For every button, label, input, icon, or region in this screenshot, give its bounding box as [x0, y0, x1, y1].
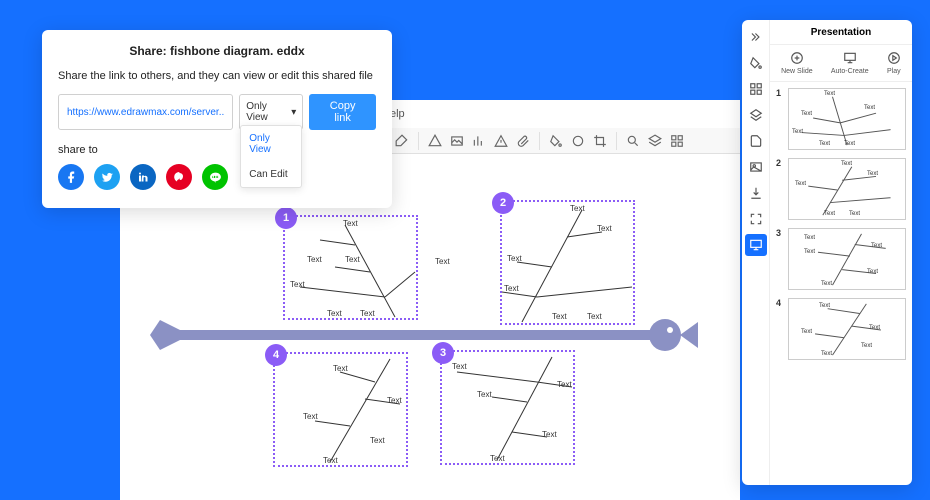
shape-layer-icon[interactable] [745, 104, 767, 126]
image-icon[interactable] [449, 133, 465, 149]
color-icon[interactable] [570, 133, 586, 149]
twitter-icon[interactable] [94, 164, 120, 190]
slide-item[interactable]: 3 Text Text Text Text Text [776, 228, 906, 290]
presentation-panel: Presentation New Slide Auto-Create Play … [742, 20, 912, 485]
paint-icon[interactable] [745, 52, 767, 74]
presentation-icon[interactable] [745, 234, 767, 256]
apps-icon[interactable] [745, 78, 767, 100]
pinterest-icon[interactable] [166, 164, 192, 190]
auto-create-button[interactable]: Auto-Create [831, 51, 869, 75]
crop-icon[interactable] [592, 133, 608, 149]
fill-icon[interactable] [548, 133, 564, 149]
perm-option-edit[interactable]: Can Edit [241, 162, 301, 187]
chart-icon[interactable] [471, 133, 487, 149]
bone-box-1[interactable]: 1 Text Text Text Text Text Text [283, 215, 418, 320]
slides-list: 1 Text Text Text Text Text Text 2 Text T… [770, 82, 912, 485]
layers-icon[interactable] [647, 133, 663, 149]
attach-icon[interactable] [515, 133, 531, 149]
slide-item[interactable]: 4 Text Text Text Text Text [776, 298, 906, 360]
slide-item[interactable]: 2 Text Text Text Text Text [776, 158, 906, 220]
fullscreen-icon[interactable] [745, 208, 767, 230]
perm-option-view[interactable]: Only View [241, 126, 301, 162]
export-icon[interactable] [745, 182, 767, 204]
slide-thumb: Text Text Text Text Text [788, 298, 906, 360]
permission-dropdown: Only View Can Edit [240, 125, 302, 188]
new-slide-button[interactable]: New Slide [781, 51, 813, 75]
copy-link-button[interactable]: Copy link [309, 94, 376, 130]
warning-icon[interactable] [493, 133, 509, 149]
slide-thumb: Text Text Text Text Text Text [788, 88, 906, 150]
play-button[interactable]: Play [887, 51, 901, 75]
bone-box-4[interactable]: 4 Text Text Text Text Text [273, 352, 408, 467]
side-tool-rail [742, 20, 770, 485]
slide-item[interactable]: 1 Text Text Text Text Text Text [776, 88, 906, 150]
facebook-icon[interactable] [58, 164, 84, 190]
permission-select[interactable]: Only View ▾ Only View Can Edit [239, 94, 303, 130]
slide-thumb: Text Text Text Text Text [788, 158, 906, 220]
share-to-label: share to [58, 144, 376, 156]
search-icon[interactable] [625, 133, 641, 149]
menu-help[interactable]: elp [390, 108, 405, 120]
share-dialog: Share: fishbone diagram. eddx Share the … [42, 30, 392, 208]
line-icon[interactable] [202, 164, 228, 190]
pen-icon[interactable] [394, 133, 410, 149]
share-title: Share: fishbone diagram. eddx [58, 44, 376, 58]
linkedin-icon[interactable] [130, 164, 156, 190]
slide-thumb: Text Text Text Text Text [788, 228, 906, 290]
media-icon[interactable] [745, 156, 767, 178]
collapse-icon[interactable] [745, 26, 767, 48]
bone-box-3[interactable]: 3 Text Text Text Text Text [440, 350, 575, 465]
share-desc: Share the link to others, and they can v… [58, 70, 376, 82]
center-text: Text [435, 257, 450, 266]
presentation-title: Presentation [770, 20, 912, 45]
shape-icon[interactable] [427, 133, 443, 149]
bone-box-2[interactable]: 2 Text Text Text Text Text Text [500, 200, 635, 325]
share-url-input[interactable]: https://www.edrawmax.com/server.. [58, 94, 233, 130]
page-icon[interactable] [745, 130, 767, 152]
grid-icon[interactable] [669, 133, 685, 149]
chevron-down-icon: ▾ [291, 107, 296, 118]
